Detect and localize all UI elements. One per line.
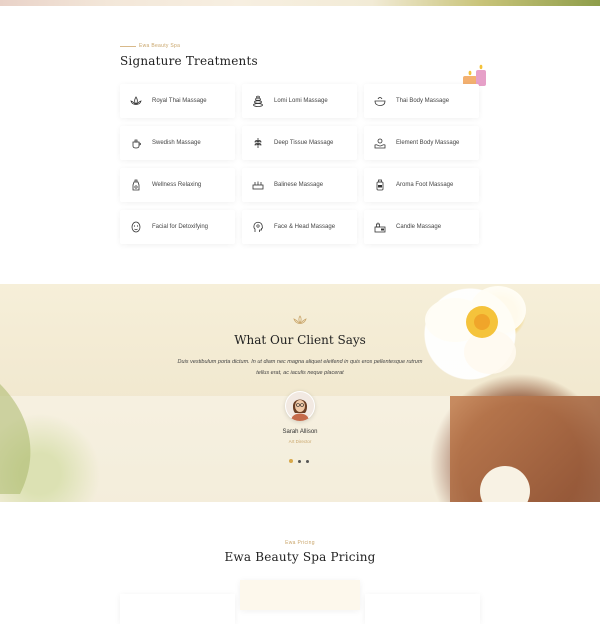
carousel-dot-1[interactable] <box>289 459 293 463</box>
client-name: Sarah Allison <box>282 429 318 435</box>
treatment-label: Element Body Massage <box>396 140 460 146</box>
treatment-card[interactable]: Element Body Massage <box>364 126 479 160</box>
treatments-eyebrow: Ewa Beauty Spa <box>139 43 181 49</box>
hands-icon <box>374 138 386 149</box>
jar-icon <box>376 179 384 191</box>
pricing-card[interactable] <box>365 594 480 624</box>
eyebrow-line <box>120 46 136 47</box>
treatment-card[interactable]: Deep Tissue Massage <box>242 126 357 160</box>
candles-icon <box>252 181 264 190</box>
pricing-card[interactable] <box>240 580 360 610</box>
carousel-dot-2[interactable] <box>298 459 301 463</box>
treatment-label: Swedish Massage <box>152 140 201 146</box>
treatment-card[interactable]: Balinese Massage <box>242 168 357 202</box>
testimonial-title: What Our Client Says <box>234 333 366 347</box>
candle-set-icon <box>374 222 386 233</box>
treatment-card[interactable]: Wellness Relaxing <box>120 168 235 202</box>
treatment-label: Thai Body Massage <box>396 98 450 104</box>
treatment-label: Lomi Lomi Massage <box>274 98 328 104</box>
lotus-ornament-icon <box>293 315 307 324</box>
treatment-label: Wellness Relaxing <box>152 182 202 188</box>
carousel-dots <box>289 458 313 464</box>
treatment-card[interactable]: Facial for Detoxifying <box>120 210 235 244</box>
oil-bottle-icon <box>132 179 140 191</box>
frangipani-flower-image <box>425 286 526 374</box>
face-mask-icon <box>131 221 141 233</box>
lotus-icon <box>130 96 142 105</box>
bowl-icon <box>374 97 386 106</box>
treatment-card[interactable]: Thai Body Massage <box>364 84 479 118</box>
treatment-card[interactable]: Swedish Massage <box>120 126 235 160</box>
treatment-label: Deep Tissue Massage <box>274 140 334 146</box>
pricing-eyebrow: Ewa Pricing <box>285 540 315 546</box>
stones-icon <box>253 95 263 107</box>
carousel-dot-3[interactable] <box>306 459 309 463</box>
treatment-card[interactable]: Candle Massage <box>364 210 479 244</box>
pricing-title: Ewa Beauty Spa Pricing <box>224 550 376 564</box>
treatment-label: Candle Massage <box>396 224 442 230</box>
treatment-label: Royal Thai Massage <box>152 98 207 104</box>
treatment-card[interactable]: Lomi Lomi Massage <box>242 84 357 118</box>
teapot-icon <box>132 139 141 149</box>
hero-image-bottom-edge <box>0 0 600 6</box>
pricing-card[interactable] <box>120 594 235 624</box>
treatment-label: Face & Head Massage <box>274 224 336 230</box>
treatment-card[interactable]: Aroma Foot Massage <box>364 168 479 202</box>
treatment-card[interactable]: Royal Thai Massage <box>120 84 235 118</box>
treatment-card[interactable]: Face & Head Massage <box>242 210 357 244</box>
avatar <box>285 391 315 421</box>
head-icon <box>253 221 264 232</box>
treatments-title: Signature Treatments <box>120 54 258 68</box>
client-role: Art Director <box>288 439 312 444</box>
testimonial-quote: Duis vestibulum porta dictum. In ut diam… <box>177 359 423 376</box>
treatment-label: Balinese Massage <box>274 182 324 188</box>
treatment-label: Aroma Foot Massage <box>396 182 454 188</box>
herb-icon <box>254 138 262 148</box>
treatment-label: Facial for Detoxifying <box>152 224 209 230</box>
